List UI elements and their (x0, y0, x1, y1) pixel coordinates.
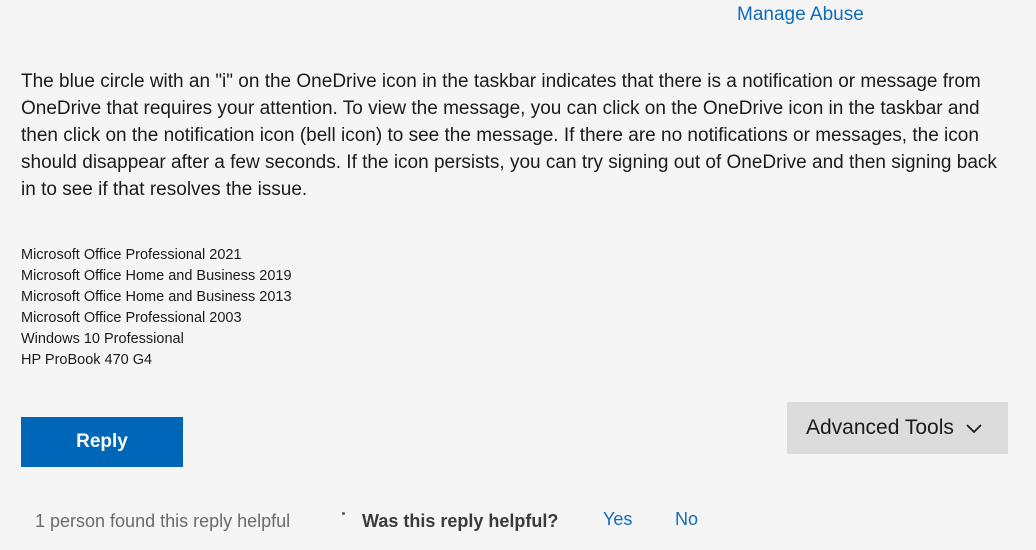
signature-line: Microsoft Office Professional 2003 (21, 310, 242, 326)
signature-line: HP ProBook 470 G4 (21, 352, 153, 368)
signature-list: Microsoft Office Professional 2021 Micro… (21, 245, 292, 371)
reply-button[interactable]: Reply (21, 417, 183, 467)
helpful-count-text: 1 person found this reply helpful (35, 511, 291, 531)
separator-dot (342, 512, 345, 515)
signature-line: Microsoft Office Professional 2021 (21, 247, 242, 263)
vote-no-link[interactable]: No (675, 507, 698, 531)
vote-yes-link[interactable]: Yes (603, 507, 632, 531)
manage-abuse-link[interactable]: Manage Abuse (737, 3, 864, 27)
chevron-down-icon (964, 418, 984, 438)
signature-line: Windows 10 Professional (21, 331, 184, 347)
advanced-tools-button[interactable]: Advanced Tools (787, 402, 1008, 454)
reply-body-text: The blue circle with an "i" on the OneDr… (21, 71, 997, 200)
helpful-question: Was this reply helpful? (362, 511, 559, 531)
signature-line: Microsoft Office Home and Business 2019 (21, 268, 292, 284)
advanced-tools-label: Advanced Tools (806, 416, 954, 439)
signature-line: Microsoft Office Home and Business 2013 (21, 289, 292, 305)
